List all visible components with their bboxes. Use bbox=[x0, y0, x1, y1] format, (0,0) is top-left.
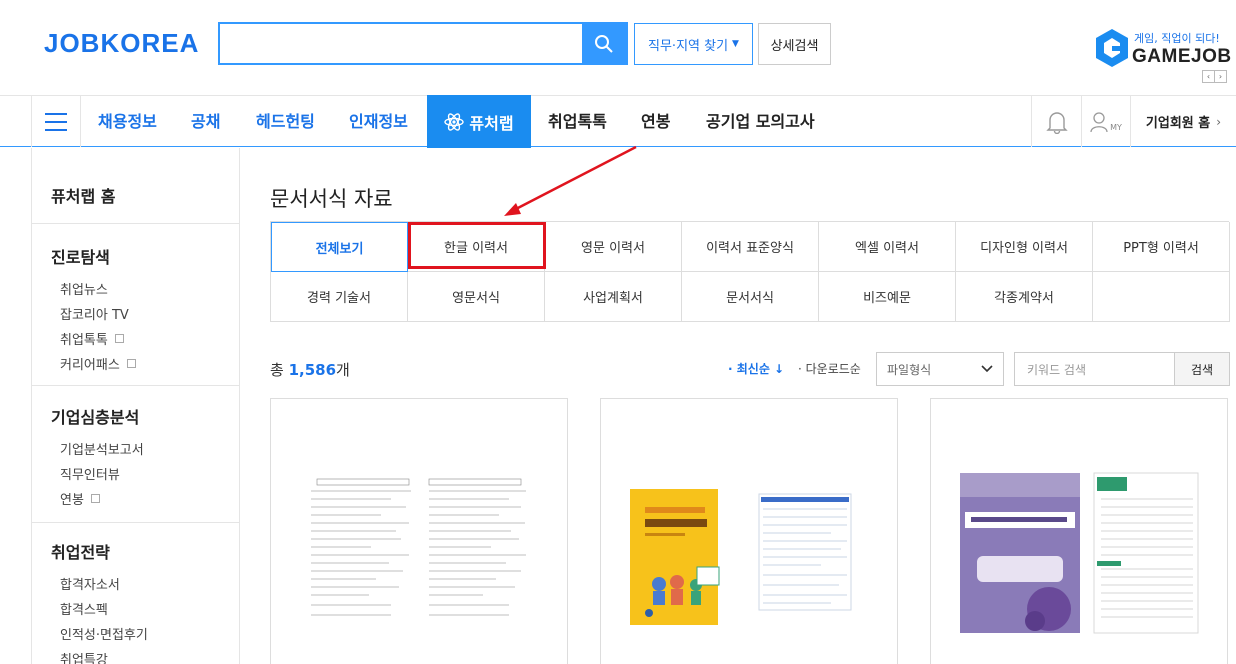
nav-item-headhunting[interactable]: 헤드헌팅 bbox=[256, 96, 315, 147]
tab-career-description[interactable]: 경력 기술서 bbox=[271, 272, 408, 322]
tab-all[interactable]: 전체보기 bbox=[271, 222, 408, 272]
sort-latest-button[interactable]: · 최신순 ↓ bbox=[728, 360, 784, 377]
search-input[interactable] bbox=[220, 24, 582, 63]
caret-down-icon: ▼ bbox=[732, 39, 739, 49]
annotation-highlight-box bbox=[408, 222, 546, 269]
keyword-search-button[interactable]: 검색 bbox=[1174, 352, 1230, 386]
sidebar-link-salary[interactable]: 연봉 bbox=[51, 486, 239, 511]
main-nav: 채용정보 공채 헤드헌팅 인재정보 퓨처랩 취업톡톡 연봉 공기업 모의고사 M… bbox=[0, 95, 1236, 148]
menu-button[interactable] bbox=[31, 96, 81, 147]
document-thumbnail bbox=[960, 472, 1199, 634]
external-link-icon bbox=[114, 334, 124, 343]
total-count-value: 1,586 bbox=[288, 361, 337, 379]
document-thumbnail bbox=[311, 478, 526, 616]
corp-home-link[interactable]: 기업회원 홈 › bbox=[1130, 96, 1236, 147]
sidebar-link-news[interactable]: 취업뉴스 bbox=[51, 276, 239, 301]
nav-item-recruit[interactable]: 채용정보 bbox=[98, 96, 157, 147]
gamejob-logo-icon bbox=[1096, 29, 1128, 67]
tab-english-resume[interactable]: 영문 이력서 bbox=[545, 222, 682, 272]
user-icon bbox=[1090, 111, 1108, 132]
nav-item-open-recruit[interactable]: 공채 bbox=[191, 96, 220, 147]
atom-icon bbox=[444, 112, 465, 131]
nav-item-talent[interactable]: 인재정보 bbox=[349, 96, 408, 147]
sidebar-link-talk[interactable]: 취업톡톡 bbox=[51, 326, 239, 351]
corp-home-label: 기업회원 홈 bbox=[1145, 116, 1211, 131]
sidebar-link-tv[interactable]: 잡코리아 TV bbox=[51, 301, 239, 326]
tab-business-plan[interactable]: 사업계획서 bbox=[545, 272, 682, 322]
sidebar-title-strategy[interactable]: 취업전략 bbox=[51, 539, 239, 563]
sidebar-section-strategy: 취업전략 합격자소서 합격스펙 인적성·면접후기 취업특강 bbox=[32, 523, 239, 664]
sidebar-title-analysis[interactable]: 기업심층분석 bbox=[51, 404, 239, 428]
nav-futurelab-label: 퓨처랩 bbox=[469, 113, 514, 133]
tab-ppt-resume[interactable]: PPT형 이력서 bbox=[1093, 222, 1230, 272]
sidebar-link-report[interactable]: 기업분석보고서 bbox=[51, 436, 239, 461]
document-card[interactable] bbox=[930, 398, 1228, 664]
tab-design-resume[interactable]: 디자인형 이력서 bbox=[956, 222, 1093, 272]
job-region-label: 직무·지역 찾기 bbox=[648, 38, 729, 54]
sidebar-section-career: 진로탐색 취업뉴스 잡코리아 TV 취업톡톡 커리어패스 bbox=[32, 224, 239, 386]
tab-contracts[interactable]: 각종계약서 bbox=[956, 272, 1093, 322]
sidebar-link-lecture[interactable]: 취업특강 bbox=[51, 646, 239, 664]
sidebar-link-interview[interactable]: 직무인터뷰 bbox=[51, 461, 239, 486]
filetype-select[interactable]: 파일형식 bbox=[876, 352, 1004, 386]
detail-search-button[interactable]: 상세검색 bbox=[758, 23, 831, 65]
chevron-down-icon bbox=[981, 365, 993, 373]
search-icon bbox=[595, 34, 613, 53]
hamburger-icon bbox=[45, 112, 67, 115]
tab-empty bbox=[1093, 272, 1230, 322]
search-box bbox=[218, 22, 628, 65]
job-region-button[interactable]: 직무·지역 찾기 ▼ bbox=[634, 23, 753, 65]
sidebar-link-careerpath[interactable]: 커리어패스 bbox=[51, 351, 239, 376]
tab-biz-examples[interactable]: 비즈예문 bbox=[819, 272, 956, 322]
total-count: 총 1,586개 bbox=[270, 361, 350, 379]
sort-downloads-button[interactable]: · 다운로드순 bbox=[798, 360, 861, 377]
tab-excel-resume[interactable]: 엑셀 이력서 bbox=[819, 222, 956, 272]
nav-item-salary[interactable]: 연봉 bbox=[641, 96, 670, 147]
ad-pager: ‹ › bbox=[1202, 70, 1227, 83]
filetype-label: 파일형식 bbox=[887, 362, 932, 377]
keyword-input[interactable]: 키워드 검색 bbox=[1014, 352, 1175, 386]
tab-standard-resume[interactable]: 이력서 표준양식 bbox=[682, 222, 819, 272]
document-card[interactable] bbox=[600, 398, 898, 664]
sidebar-link-aptitude[interactable]: 인적성·면접후기 bbox=[51, 621, 239, 646]
page-title: 문서서식 자료 bbox=[270, 187, 393, 211]
sidebar-link-spec[interactable]: 합격스펙 bbox=[51, 596, 239, 621]
ad-tagline: 게임, 직업이 되다! bbox=[1134, 32, 1220, 45]
search-button[interactable] bbox=[582, 24, 626, 63]
my-page-button[interactable]: MY bbox=[1081, 96, 1130, 147]
nav-item-futurelab[interactable]: 퓨처랩 bbox=[427, 95, 531, 148]
tab-english-forms[interactable]: 영문서식 bbox=[408, 272, 545, 322]
nav-item-talk[interactable]: 취업톡톡 bbox=[548, 96, 607, 147]
sidebar-title-home[interactable]: 퓨처랩 홈 bbox=[51, 183, 239, 207]
notification-button[interactable] bbox=[1031, 96, 1081, 147]
nav-item-mock-exam[interactable]: 공기업 모의고사 bbox=[706, 96, 815, 147]
sidebar: 퓨처랩 홈 진로탐색 취업뉴스 잡코리아 TV 취업톡톡 커리어패스 기업심층분… bbox=[31, 148, 240, 664]
external-link-icon bbox=[126, 359, 136, 368]
ad-next-button[interactable]: › bbox=[1214, 70, 1227, 83]
sidebar-section-analysis: 기업심층분석 기업분석보고서 직무인터뷰 연봉 bbox=[32, 386, 239, 523]
jobkorea-logo[interactable]: JOBKOREA bbox=[44, 28, 199, 59]
my-label: MY bbox=[1110, 123, 1122, 132]
ad-brand: GAMEJOB bbox=[1132, 46, 1232, 67]
document-thumbnail bbox=[630, 489, 852, 625]
chevron-right-icon: › bbox=[1216, 114, 1222, 129]
sidebar-section-home: 퓨처랩 홈 bbox=[32, 148, 239, 224]
bell-icon bbox=[1045, 111, 1068, 134]
sidebar-link-coverletter[interactable]: 합격자소서 bbox=[51, 571, 239, 596]
external-link-icon bbox=[90, 494, 100, 503]
sidebar-title-career[interactable]: 진로탐색 bbox=[51, 244, 239, 268]
document-card[interactable] bbox=[270, 398, 568, 664]
tab-document-forms[interactable]: 문서서식 bbox=[682, 272, 819, 322]
